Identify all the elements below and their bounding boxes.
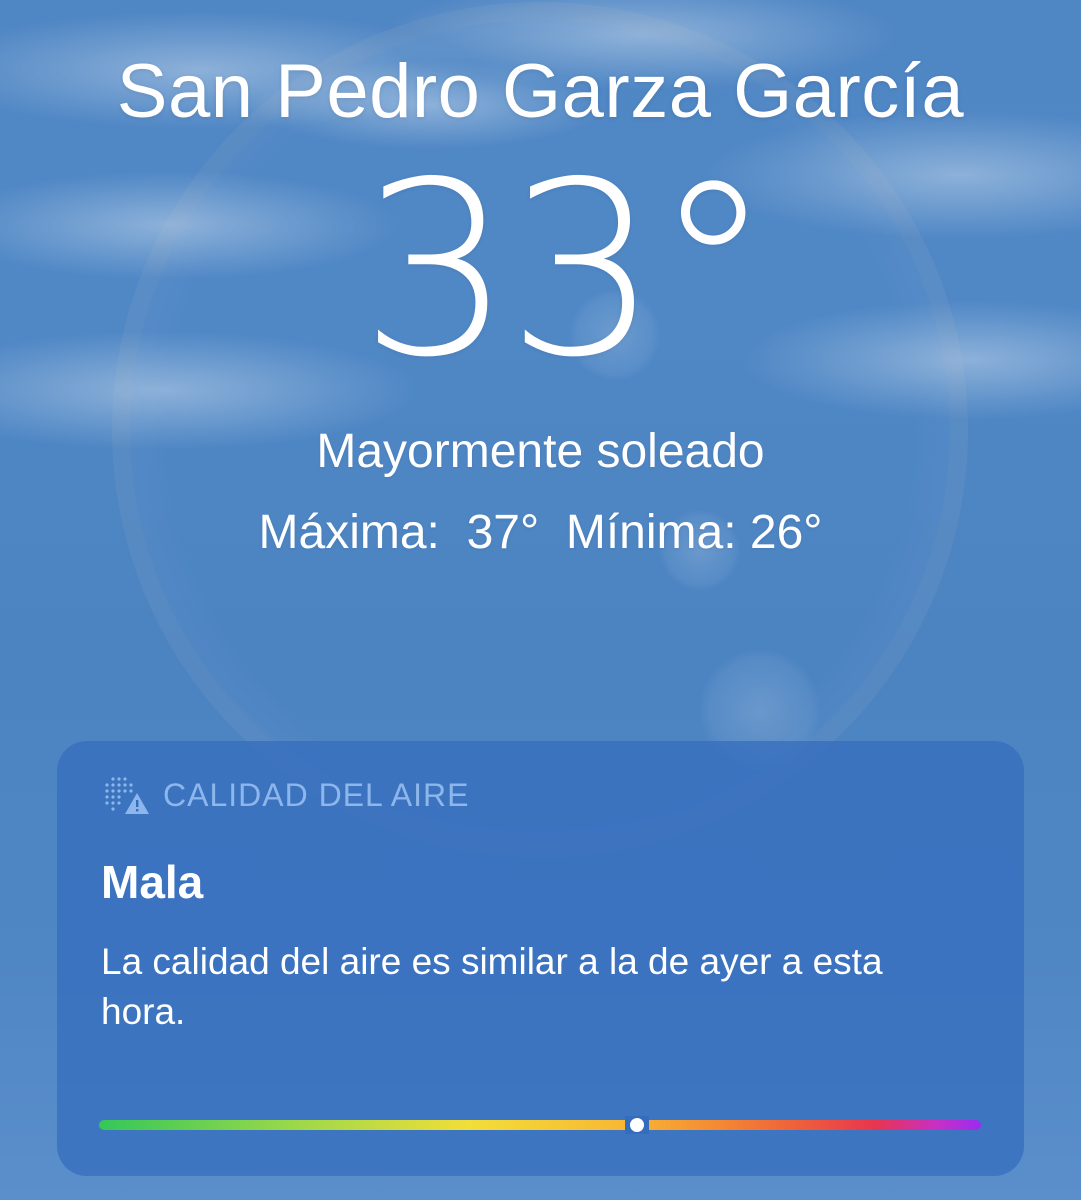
air-quality-header: CALIDAD DEL AIRE <box>103 775 469 815</box>
air-quality-indicator <box>630 1118 645 1132</box>
high-low-temperatures: Máxima: 37° Mínima: 26° <box>0 505 1081 560</box>
air-quality-scale <box>99 1116 981 1134</box>
air-quality-card[interactable]: CALIDAD DEL AIRE Mala La calidad del air… <box>57 741 1024 1176</box>
current-temperature: 33° <box>359 130 773 410</box>
air-quality-description: La calidad del aire es similar a la de a… <box>101 941 883 1032</box>
high-value: 37° <box>466 506 540 559</box>
air-quality-warning-icon <box>105 777 149 814</box>
low-value: 26° <box>749 506 823 559</box>
weather-condition: Mayormente soleado <box>316 425 765 478</box>
air-quality-title: CALIDAD DEL AIRE <box>163 776 470 813</box>
high-label: Máxima: <box>258 506 440 559</box>
low-label: Mínima: <box>565 506 737 559</box>
city-name: San Pedro Garza García <box>116 49 965 134</box>
air-quality-status: Mala <box>101 856 204 908</box>
